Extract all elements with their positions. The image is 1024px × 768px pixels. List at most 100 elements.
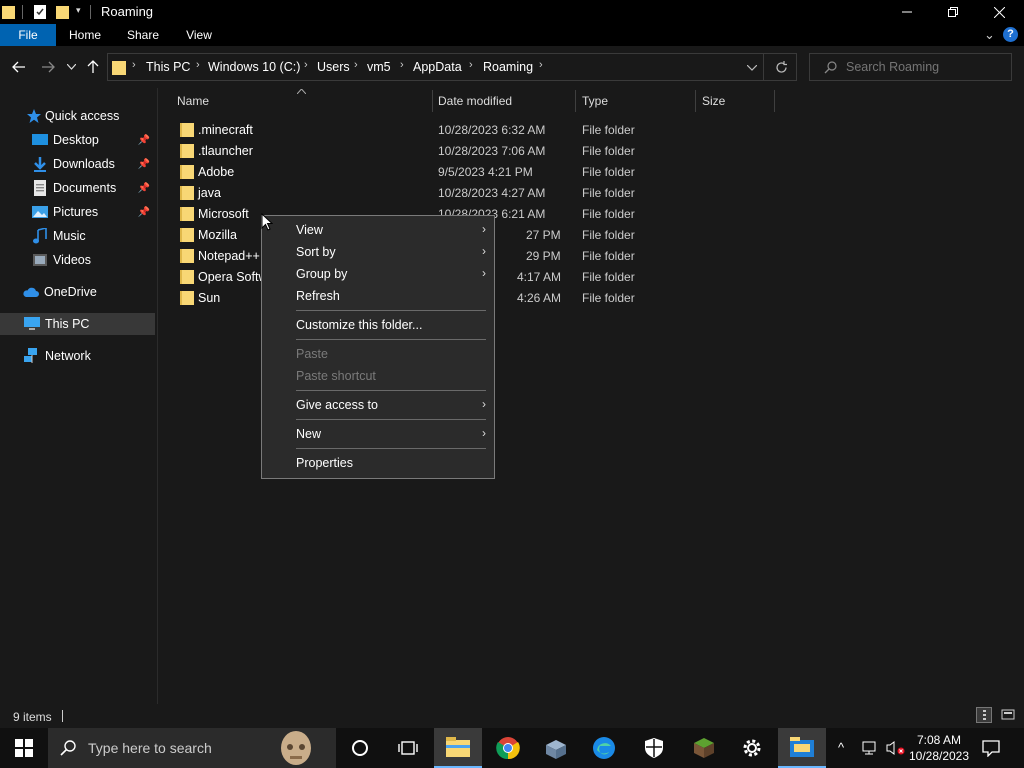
forward-button[interactable] <box>37 55 59 79</box>
close-button[interactable] <box>976 0 1022 24</box>
menu-item-view[interactable]: View › <box>262 219 494 241</box>
taskbar-chrome[interactable] <box>484 728 532 768</box>
start-button[interactable] <box>0 728 48 768</box>
details-view-button[interactable] <box>976 707 992 723</box>
clock-date: 10/28/2023 <box>908 749 970 763</box>
column-header-name[interactable]: Name <box>177 94 209 110</box>
nav-label: Downloads <box>53 157 115 171</box>
file-name: Sun <box>198 291 221 305</box>
search-input[interactable] <box>846 59 1006 75</box>
notifications-icon[interactable] <box>982 740 1000 757</box>
chevron-right-icon[interactable]: › <box>304 59 308 71</box>
menu-item-customize[interactable]: Customize this folder... <box>262 314 494 336</box>
chevron-right-icon[interactable]: › <box>400 59 404 71</box>
chevron-down-icon[interactable] <box>747 65 757 71</box>
menu-item-refresh[interactable]: Refresh <box>262 285 494 307</box>
restore-button[interactable] <box>930 0 976 24</box>
nav-item-desktop[interactable]: Desktop 📌 <box>32 129 156 151</box>
column-divider[interactable] <box>432 90 433 112</box>
taskbar-minecraft[interactable] <box>680 728 728 768</box>
cortana-button[interactable] <box>336 728 384 768</box>
navigation-pane: Quick access Desktop 📌 Downloads 📌 Docum… <box>0 88 158 704</box>
menu-item-sort-by[interactable]: Sort by › <box>262 241 494 263</box>
minimize-button[interactable] <box>884 0 930 24</box>
menu-item-group-by[interactable]: Group by › <box>262 263 494 285</box>
tab-file[interactable]: File <box>0 24 56 46</box>
nav-onedrive[interactable]: OneDrive <box>22 281 97 303</box>
nav-item-documents[interactable]: Documents 📌 <box>32 177 156 199</box>
chevron-right-icon[interactable]: › <box>539 59 543 71</box>
cortana-icon <box>352 740 368 756</box>
show-hidden-icons-icon[interactable]: ^ <box>838 740 844 755</box>
menu-item-give-access[interactable]: Give access to › <box>262 394 494 416</box>
taskbar-file-explorer[interactable] <box>434 728 482 768</box>
taskbar-app[interactable] <box>532 728 580 768</box>
taskbar-settings[interactable] <box>728 728 776 768</box>
nav-item-music[interactable]: Music <box>32 225 86 247</box>
address-bar[interactable]: › This PC › Windows 10 (C:) › Users › vm… <box>107 53 797 81</box>
menu-item-properties[interactable]: Properties <box>262 452 494 474</box>
taskbar-file-explorer-active[interactable] <box>778 728 826 768</box>
pin-icon[interactable]: 📌 <box>138 135 150 146</box>
table-row[interactable]: java 10/28/2023 4:27 AM File folder <box>176 183 776 204</box>
up-button[interactable] <box>82 55 104 79</box>
chevron-right-icon[interactable]: › <box>196 59 200 71</box>
nav-network[interactable]: Network <box>24 345 91 367</box>
table-row[interactable]: Adobe 9/5/2023 4:21 PM File folder <box>176 162 776 183</box>
folder-icon <box>180 249 194 263</box>
breadcrumb-drive[interactable]: Windows 10 (C:) <box>208 60 300 74</box>
taskbar-edge[interactable] <box>580 728 628 768</box>
breadcrumb-appdata[interactable]: AppData <box>413 60 462 74</box>
nav-quick-access[interactable]: Quick access <box>26 105 119 127</box>
help-icon[interactable]: ? <box>1003 27 1018 42</box>
customize-qa-chevron-icon[interactable]: ▾ <box>76 5 81 16</box>
nav-this-pc[interactable]: This PC <box>24 313 89 335</box>
column-header-date[interactable]: Date modified <box>438 94 512 110</box>
pin-icon[interactable]: 📌 <box>138 183 150 194</box>
tab-share[interactable]: Share <box>118 24 168 46</box>
back-button[interactable] <box>8 55 30 79</box>
column-divider[interactable] <box>695 90 696 112</box>
nav-item-pictures[interactable]: Pictures 📌 <box>32 201 156 223</box>
nav-item-videos[interactable]: Videos <box>32 249 91 271</box>
taskbar-security[interactable] <box>630 728 678 768</box>
chevron-right-icon[interactable]: › <box>354 59 358 71</box>
tab-home[interactable]: Home <box>60 24 110 46</box>
chevron-right-icon[interactable]: › <box>469 59 473 71</box>
chevron-right-icon[interactable]: › <box>132 59 136 71</box>
pin-icon[interactable]: 📌 <box>138 207 150 218</box>
breadcrumb-users[interactable]: Users <box>317 60 350 74</box>
large-icons-view-button[interactable] <box>1000 707 1016 723</box>
column-divider[interactable] <box>575 90 576 112</box>
menu-item-new[interactable]: New › <box>262 423 494 445</box>
clock[interactable]: 7:08 AM 10/28/2023 <box>908 732 970 764</box>
volume-muted-icon[interactable] <box>886 741 906 755</box>
column-header-size[interactable]: Size <box>702 94 725 110</box>
separator <box>763 54 764 80</box>
nav-label: Music <box>53 229 86 243</box>
tab-view[interactable]: View <box>176 24 222 46</box>
expand-ribbon-icon[interactable]: ⌄ <box>984 27 995 43</box>
recent-locations-button[interactable] <box>62 55 80 79</box>
menu-label: Refresh <box>296 289 340 303</box>
table-row[interactable]: .minecraft 10/28/2023 6:32 AM File folder <box>176 120 776 141</box>
search-box[interactable] <box>809 53 1012 81</box>
new-folder-icon[interactable] <box>56 4 69 20</box>
column-divider[interactable] <box>774 90 775 112</box>
taskbar-search-box[interactable]: Type here to search <box>48 728 336 768</box>
nav-item-downloads[interactable]: Downloads 📌 <box>32 153 156 175</box>
breadcrumb-this-pc[interactable]: This PC <box>146 60 190 74</box>
refresh-icon[interactable] <box>775 61 788 74</box>
network-icon[interactable] <box>862 741 880 755</box>
minimize-icon <box>902 11 912 13</box>
table-row[interactable]: .tlauncher 10/28/2023 7:06 AM File folder <box>176 141 776 162</box>
pin-icon[interactable]: 📌 <box>138 159 150 170</box>
properties-icon[interactable] <box>34 4 47 20</box>
cloud-icon <box>23 287 39 297</box>
task-view-button[interactable] <box>384 728 432 768</box>
breadcrumb-vm5[interactable]: vm5 <box>367 60 391 74</box>
menu-separator <box>296 419 486 420</box>
breadcrumb-roaming[interactable]: Roaming <box>483 60 533 74</box>
column-header-type[interactable]: Type <box>582 94 608 110</box>
nav-label: OneDrive <box>44 285 97 299</box>
